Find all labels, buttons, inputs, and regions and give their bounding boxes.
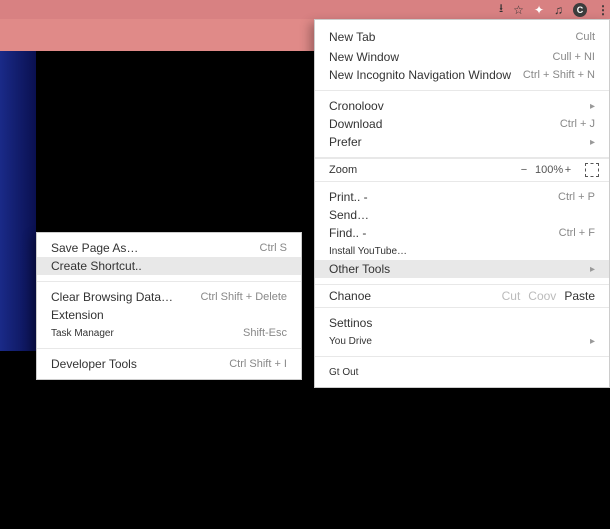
chevron-right-icon: ▸ [590, 336, 595, 347]
menu-label: Create Shortcut.. [51, 259, 142, 273]
menu-label: Developer Tools [51, 357, 137, 371]
submenu-dev-tools[interactable]: Developer Tools Ctrl Shift + I [37, 355, 301, 373]
submenu-create-shortcut[interactable]: Create Shortcut.. [37, 257, 301, 275]
submenu-clear-data[interactable]: Clear Browsing Data… Ctrl Shift + Delete [37, 288, 301, 306]
menu-label: New Tab [329, 30, 375, 44]
menu-shortcut: Cult [575, 31, 595, 43]
menu-install-app[interactable]: Install YouTube… [315, 242, 609, 260]
menu-label: Other Tools [329, 262, 390, 276]
chevron-right-icon: ▸ [590, 101, 595, 112]
copy-button[interactable]: Coov [528, 289, 556, 303]
media-icon[interactable]: ♫ [554, 3, 563, 17]
zoom-out-button[interactable]: − [513, 164, 535, 176]
menu-label: Gt Out [329, 367, 358, 378]
other-tools-submenu: Save Page As… Ctrl S Create Shortcut.. C… [36, 232, 302, 380]
menu-label: New Incognito Navigation Window [329, 68, 511, 82]
chrome-main-menu: New Tab Cult New Window Cull + NI New In… [314, 19, 610, 388]
menu-shortcut: Ctrl Shift + Delete [200, 291, 287, 303]
menu-label: Save Page As… [51, 241, 138, 255]
menu-shortcut: Ctrl + F [559, 227, 595, 239]
menu-label: Download [329, 117, 382, 131]
profile-avatar[interactable]: C [573, 3, 587, 17]
menu-print[interactable]: Print.. - Ctrl + P [315, 188, 609, 206]
menu-edit-row: Chanoe Cut Coov Paste [315, 285, 609, 308]
cut-button[interactable]: Cut [502, 289, 521, 303]
submenu-extensions[interactable]: Extension [37, 306, 301, 324]
menu-cast[interactable]: Send… [315, 206, 609, 224]
menu-icon[interactable]: ⋮ [597, 3, 608, 17]
menu-settings[interactable]: Settinos [315, 314, 609, 332]
menu-label: Task Manager [51, 328, 114, 339]
menu-bookmarks[interactable]: Prefer ▸ [315, 133, 609, 151]
menu-label: Find.. - [329, 226, 366, 240]
menu-label: Clear Browsing Data… [51, 290, 173, 304]
menu-label: Settinos [329, 316, 372, 330]
submenu-task-manager[interactable]: Task Manager Shift-Esc [37, 324, 301, 342]
menu-history[interactable]: Cronoloov ▸ [315, 97, 609, 115]
menu-shortcut: Cull + NI [553, 51, 596, 63]
submenu-save-page[interactable]: Save Page As… Ctrl S [37, 239, 301, 257]
browser-toolbar: ⭳ ☆ ✦ ♫ C ⋮ [0, 0, 610, 19]
menu-new-tab[interactable]: New Tab Cult [315, 26, 609, 48]
chevron-right-icon: ▸ [590, 137, 595, 148]
chevron-right-icon: ▸ [590, 264, 595, 275]
menu-other-tools[interactable]: Other Tools ▸ [315, 260, 609, 278]
menu-zoom: Zoom − 100% + [315, 158, 609, 182]
page-sidebar [0, 51, 36, 351]
menu-help[interactable]: You Drive ▸ [315, 332, 609, 350]
extensions-icon[interactable]: ✦ [534, 3, 544, 17]
fullscreen-icon[interactable] [585, 163, 599, 177]
zoom-value: 100% [535, 164, 557, 176]
menu-label: New Window [329, 50, 399, 64]
star-icon[interactable]: ☆ [513, 3, 524, 17]
download-icon[interactable]: ⭳ [499, 0, 503, 20]
menu-label: Prefer [329, 135, 362, 149]
menu-shortcut: Ctrl + Shift + N [523, 69, 595, 81]
menu-new-window[interactable]: New Window Cull + NI [315, 48, 609, 66]
menu-shortcut: Ctrl Shift + I [229, 358, 287, 370]
menu-label: Print.. - [329, 190, 368, 204]
paste-button[interactable]: Paste [564, 289, 595, 303]
menu-exit[interactable]: Gt Out [315, 363, 609, 381]
menu-new-incognito[interactable]: New Incognito Navigation Window Ctrl + S… [315, 66, 609, 84]
menu-label: Cronoloov [329, 99, 384, 113]
menu-downloads[interactable]: Download Ctrl + J [315, 115, 609, 133]
menu-label: You Drive [329, 336, 372, 347]
menu-shortcut: Ctrl + P [558, 191, 595, 203]
menu-shortcut: Shift-Esc [243, 327, 287, 339]
menu-label: Send… [329, 208, 369, 222]
zoom-label: Zoom [329, 164, 513, 176]
menu-shortcut: Ctrl S [260, 242, 288, 254]
zoom-in-button[interactable]: + [557, 164, 579, 176]
menu-shortcut: Ctrl + J [560, 118, 595, 130]
menu-find[interactable]: Find.. - Ctrl + F [315, 224, 609, 242]
menu-label: Extension [51, 308, 104, 322]
edit-label: Chanoe [329, 289, 494, 303]
menu-label: Install YouTube… [329, 246, 407, 257]
